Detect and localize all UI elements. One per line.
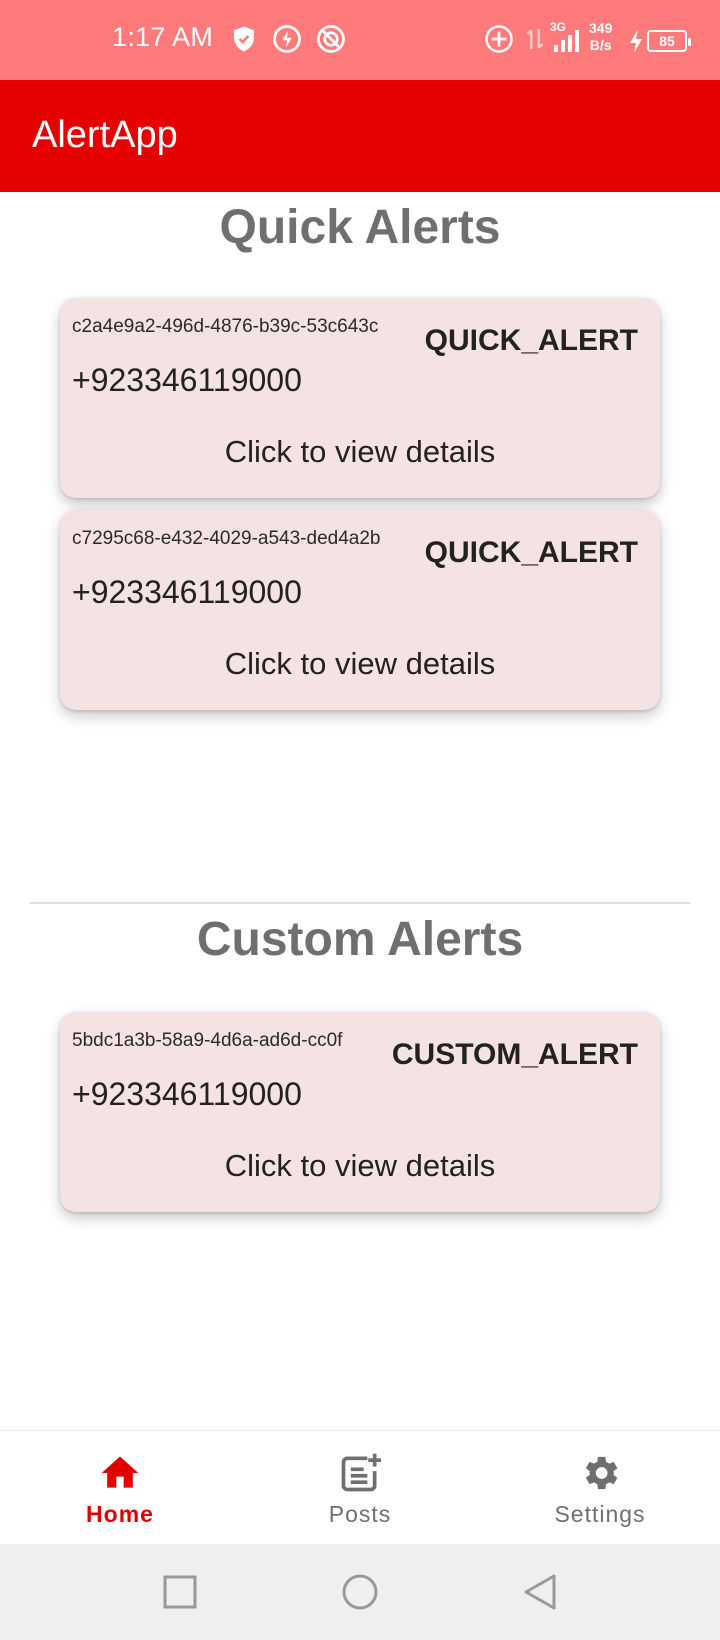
view-details-link[interactable]: Click to view details: [60, 434, 660, 470]
nav-item-home[interactable]: Home: [0, 1431, 240, 1545]
flash-icon: [272, 24, 302, 54]
alert-phone: +923346119000: [72, 574, 302, 610]
post-add-icon: [338, 1451, 382, 1495]
alert-phone: +923346119000: [72, 362, 302, 398]
alert-card[interactable]: 5bdc1a3b-58a9-4d6a-ad6d-cc0f CUSTOM_ALER…: [60, 1012, 660, 1212]
alert-card[interactable]: c2a4e9a2-496d-4876-b39c-53c643c QUICK_AL…: [60, 298, 660, 498]
nav-item-settings[interactable]: Settings: [480, 1431, 720, 1545]
signal-icon: [552, 30, 580, 52]
system-navigation-bar: [0, 1544, 720, 1640]
section-divider: [30, 902, 690, 904]
nav-label-home: Home: [86, 1501, 154, 1527]
add-circle-icon: [484, 24, 514, 54]
alert-card[interactable]: c7295c68-e432-4029-a543-ded4a2b QUICK_AL…: [60, 510, 660, 710]
alert-type: QUICK_ALERT: [424, 324, 638, 357]
quick-alerts-title: Quick Alerts: [219, 201, 501, 254]
net-speed: 349 B/s: [589, 20, 613, 53]
status-bar: 1:17 AM 3G 349 B/s 85: [0, 0, 720, 80]
charging-icon: [626, 28, 646, 54]
alert-id: 5bdc1a3b-58a9-4d6a-ad6d-cc0f: [72, 1030, 343, 1051]
custom-alerts-title: Custom Alerts: [196, 913, 524, 966]
home-icon: [98, 1451, 142, 1495]
app-bar: AlertApp: [0, 80, 720, 192]
app-title: AlertApp: [32, 114, 178, 156]
data-saver-icon: [316, 24, 346, 54]
alert-type: QUICK_ALERT: [424, 536, 638, 569]
alert-type: CUSTOM_ALERT: [391, 1038, 638, 1071]
battery-icon: 85: [647, 30, 691, 52]
nav-label-settings: Settings: [554, 1501, 646, 1527]
recent-apps-button[interactable]: [156, 1568, 204, 1616]
alert-phone: +923346119000: [72, 1076, 302, 1112]
bottom-navigation: Home Posts Settings: [0, 1430, 720, 1544]
view-details-link[interactable]: Click to view details: [60, 1148, 660, 1184]
shield-icon: [229, 24, 259, 54]
nav-label-posts: Posts: [328, 1501, 392, 1527]
status-time: 1:17 AM: [112, 22, 214, 52]
back-button[interactable]: [516, 1568, 564, 1616]
alert-id: c2a4e9a2-496d-4876-b39c-53c643c: [72, 316, 379, 337]
gear-icon: [578, 1451, 622, 1495]
alert-id: c7295c68-e432-4029-a543-ded4a2b: [72, 528, 381, 549]
data-arrows-icon: [520, 24, 550, 54]
nav-item-posts[interactable]: Posts: [240, 1431, 480, 1545]
home-button[interactable]: [336, 1568, 384, 1616]
view-details-link[interactable]: Click to view details: [60, 646, 660, 682]
